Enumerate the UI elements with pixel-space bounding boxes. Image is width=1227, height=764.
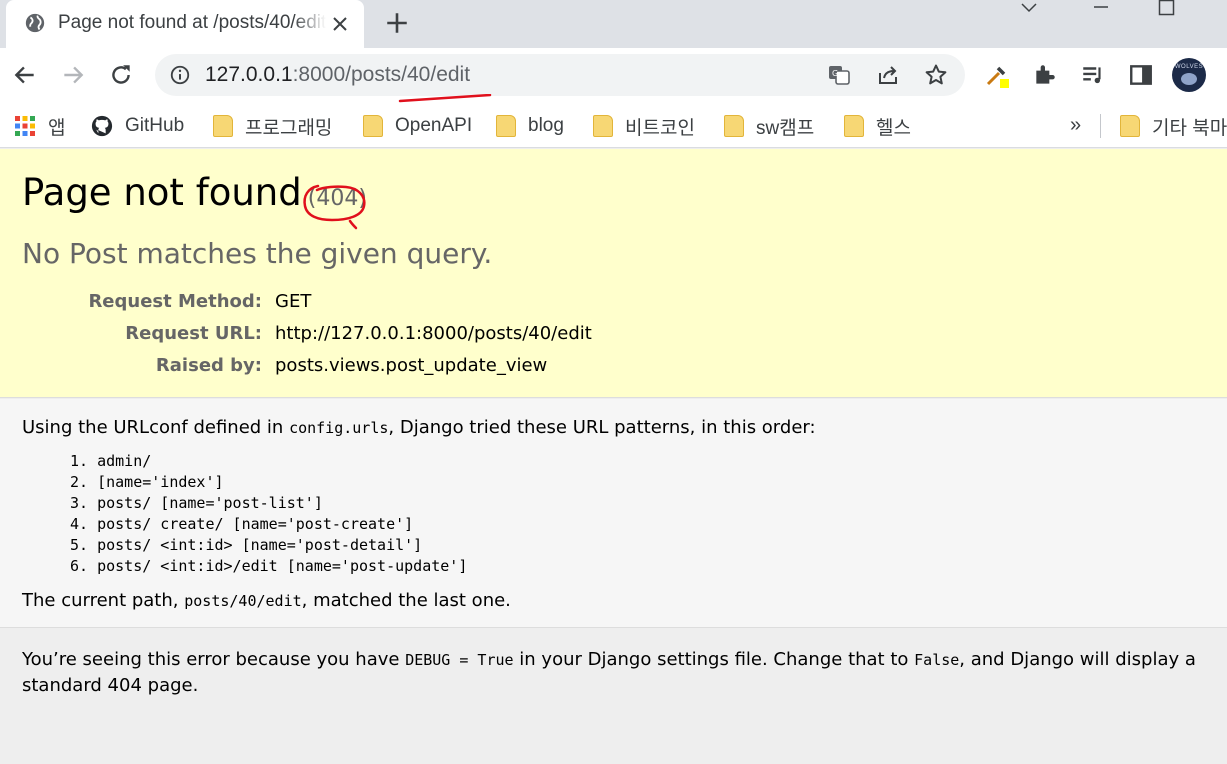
bookmark-folder-blog[interactable]: blog [496, 112, 564, 140]
forward-arrow-icon[interactable] [60, 62, 86, 88]
translate-icon[interactable]: G [827, 63, 851, 87]
eyedropper-extension-icon[interactable] [984, 62, 1010, 88]
url-pattern-item: 1. admin/ [70, 452, 152, 470]
url-pattern-item: 4. posts/ create/ [name='post-create'] [70, 515, 414, 533]
debug-text: You’re seeing this error because you hav… [22, 649, 406, 670]
reading-list-icon[interactable] [1080, 62, 1106, 88]
bookmark-label: blog [528, 115, 564, 136]
maximize-icon[interactable] [1152, 0, 1182, 18]
bookmark-label: 헬스 [876, 117, 911, 139]
folder-icon [844, 115, 864, 137]
meta-key: Request Method: [88, 291, 262, 312]
meta-row-method: Request Method: GET [0, 289, 700, 321]
meta-row-raised-by: Raised by: posts.views.post_update_view [0, 353, 700, 385]
meta-value: GET [275, 291, 312, 312]
avatar-text: WOLVES [1174, 64, 1204, 70]
debug-explanation: You’re seeing this error because you hav… [0, 629, 1227, 764]
bookmark-folder-programming[interactable]: 프로그래밍 [213, 112, 332, 140]
meta-key: Raised by: [155, 355, 262, 376]
bookmark-label: 앱 [48, 117, 66, 139]
url-pattern-item: 2. [name='index'] [70, 473, 224, 491]
bookmarks-bar: 앱 GitHub 프로그래밍 OpenAPI blog 비트코인 sw캠프 헬스… [0, 104, 1227, 148]
globe-icon [25, 13, 45, 33]
debug-setting-code: DEBUG = True [405, 651, 514, 669]
debug-text: in your Django settings file. Change tha… [513, 649, 915, 670]
bookmark-label: 기타 북마크 [1152, 117, 1227, 139]
bookmark-label: sw캠프 [756, 117, 815, 139]
new-tab-plus-icon[interactable] [384, 10, 410, 36]
tab-title: Page not found at /posts/40/edit [58, 12, 326, 33]
back-arrow-icon[interactable] [12, 62, 38, 88]
current-path-text: , matched the last one. [301, 590, 511, 611]
bookmark-label: GitHub [125, 115, 185, 136]
bookmark-other-folder[interactable]: 기타 북마크 [1120, 112, 1227, 140]
debug-note: You’re seeing this error because you hav… [22, 647, 1207, 699]
url-pattern-item: 5. posts/ <int:id> [name='post-detail'] [70, 536, 423, 554]
urlconf-intro: Using the URLconf defined in config.urls… [22, 417, 816, 438]
urlconf-code: config.urls [289, 419, 389, 437]
urlconf-info: Using the URLconf defined in config.urls… [0, 399, 1227, 628]
bookmark-folder-swcamp[interactable]: sw캠프 [724, 112, 814, 140]
url-patterns-list: 1. admin/ 2. [name='index'] 3. posts/ [n… [70, 451, 467, 577]
intro-text: , Django tried these URL patterns, in th… [388, 417, 816, 438]
annotation-underline [398, 94, 492, 103]
svg-text:G: G [832, 69, 838, 78]
info-icon[interactable] [169, 64, 191, 86]
bookmarks-overflow-chevron[interactable]: » [1070, 114, 1081, 137]
extensions-puzzle-icon[interactable] [1032, 62, 1058, 88]
reload-icon[interactable] [108, 62, 134, 88]
url-pattern-item: 6. posts/ <int:id>/edit [name='post-upda… [70, 557, 468, 575]
folder-icon [593, 115, 613, 137]
chevron-down-icon[interactable] [1014, 0, 1044, 18]
close-icon[interactable] [328, 12, 352, 36]
folder-icon [724, 115, 744, 137]
error-message: No Post matches the given query. [22, 237, 493, 270]
current-path-text: The current path, [22, 590, 185, 611]
address-bar[interactable]: 127.0.0.1:8000/posts/40/edit G [155, 54, 965, 96]
current-path-note: The current path, posts/40/edit, matched… [22, 590, 511, 611]
bookmark-folder-health[interactable]: 헬스 [844, 112, 911, 140]
meta-row-url: Request URL: http://127.0.0.1:8000/posts… [0, 321, 700, 353]
bookmarks-divider [1100, 114, 1101, 138]
bookmark-github[interactable]: GitHub [91, 112, 184, 140]
bookmark-apps[interactable]: 앱 [14, 112, 65, 140]
bookmark-label: 프로그래밍 [245, 117, 333, 139]
current-path-code: posts/40/edit [184, 592, 302, 610]
apps-grid-icon [15, 116, 35, 136]
avatar-image [1181, 73, 1197, 85]
folder-icon [496, 115, 516, 137]
minimize-icon[interactable] [1086, 0, 1116, 18]
false-code: False [914, 651, 960, 669]
bookmark-folder-openapi[interactable]: OpenAPI [363, 112, 472, 140]
browser-toolbar: 127.0.0.1:8000/posts/40/edit G WOLVES [0, 48, 1227, 104]
url-pattern-item: 3. posts/ [name='post-list'] [70, 494, 323, 512]
url-host: 127.0.0.1 [205, 63, 293, 86]
bookmark-star-icon[interactable] [924, 63, 948, 87]
annotation-circle [303, 184, 366, 230]
active-tab[interactable]: Page not found at /posts/40/edit [6, 0, 364, 48]
folder-icon [363, 115, 383, 137]
error-title-text: Page not found [22, 171, 302, 214]
url-path: :8000/posts/40/edit [292, 63, 471, 86]
url-text[interactable]: 127.0.0.1:8000/posts/40/edit [205, 63, 470, 87]
meta-key: Request URL: [125, 323, 262, 344]
bookmark-label: OpenAPI [395, 115, 473, 136]
intro-text: Using the URLconf defined in [22, 417, 290, 438]
bookmark-label: 비트코인 [625, 117, 695, 139]
meta-value: posts.views.post_update_view [275, 355, 548, 376]
bookmark-folder-bitcoin[interactable]: 비트코인 [593, 112, 695, 140]
side-panel-icon[interactable] [1128, 62, 1154, 88]
tab-strip: Page not found at /posts/40/edit [0, 0, 1227, 48]
folder-icon [213, 115, 233, 137]
folder-icon [1120, 115, 1140, 137]
meta-value: http://127.0.0.1:8000/posts/40/edit [275, 323, 592, 344]
github-icon [91, 115, 113, 137]
profile-avatar[interactable]: WOLVES [1172, 58, 1206, 92]
request-meta-table: Request Method: GET Request URL: http://… [0, 289, 700, 385]
share-icon[interactable] [876, 63, 900, 87]
error-summary: Page not found (404) No Post matches the … [0, 149, 1227, 398]
